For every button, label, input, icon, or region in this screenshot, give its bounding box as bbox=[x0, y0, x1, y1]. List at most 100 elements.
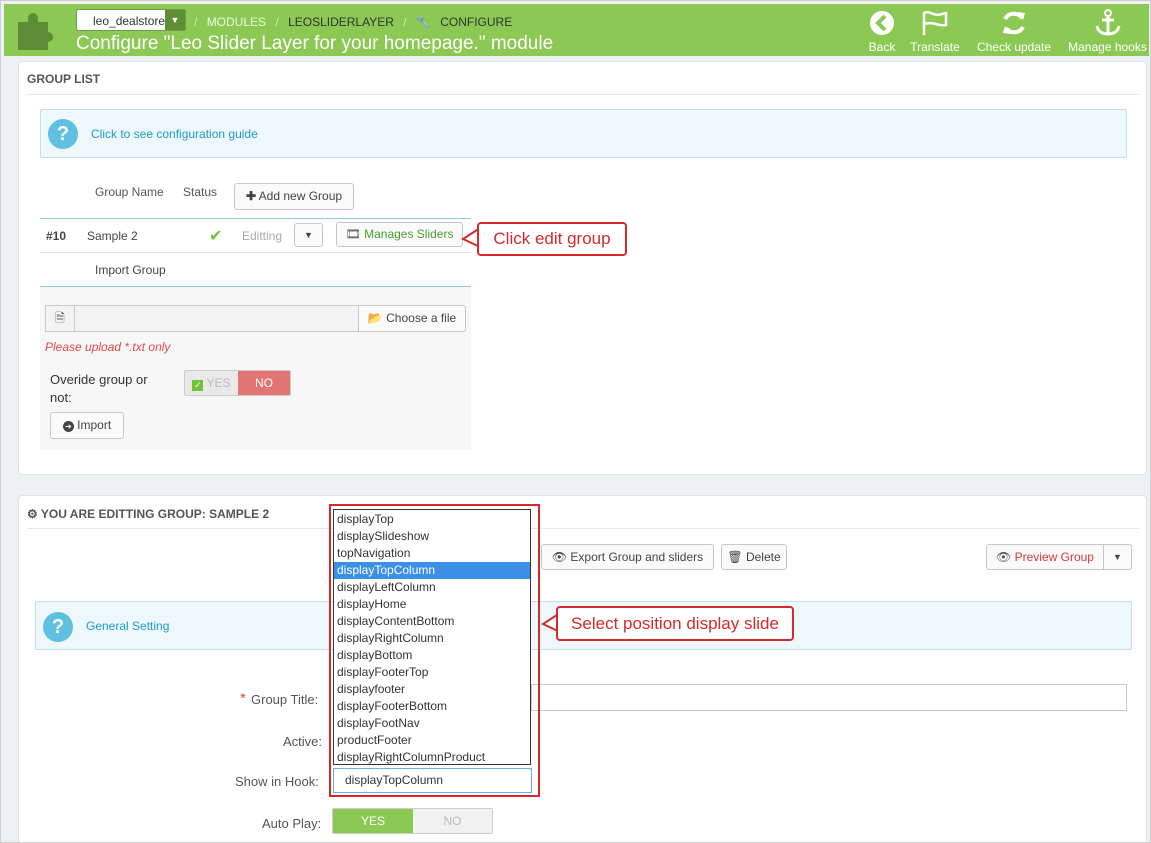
override-yes-label: YES bbox=[206, 376, 231, 390]
manages-sliders-label: Manages Sliders bbox=[364, 227, 454, 241]
wrench-icon: 🔧 bbox=[415, 15, 431, 29]
hook-option[interactable]: displayTop bbox=[334, 511, 530, 528]
export-group-button[interactable]: 👁 Export Group and sliders bbox=[541, 544, 714, 570]
override-yes-option[interactable]: ✓ YES bbox=[185, 371, 238, 395]
manages-sliders-button[interactable]: 🎞 Manages Sliders bbox=[336, 222, 463, 247]
translate-label: Translate bbox=[910, 40, 960, 54]
row-actions-dropdown[interactable]: ▼ bbox=[294, 223, 323, 247]
question-icon: ? bbox=[48, 119, 78, 149]
flag-icon bbox=[922, 11, 948, 35]
folder-open-icon: 📂 bbox=[367, 311, 383, 325]
editting-action[interactable]: Editting bbox=[242, 229, 282, 243]
hook-option[interactable]: displayFooterBottom bbox=[334, 698, 530, 715]
back-button[interactable]: Back bbox=[862, 9, 902, 55]
check-icon: ✔ bbox=[209, 228, 223, 245]
back-label: Back bbox=[868, 40, 896, 54]
file-icon: 🗎 bbox=[45, 305, 75, 332]
row-divider bbox=[40, 252, 471, 253]
browser-frame: leo_dealstore ▼ / MODULES / LEOSLIDERLAY… bbox=[0, 0, 1151, 843]
breadcrumb-configure: CONFIGURE bbox=[440, 15, 513, 29]
arrow-left-circle-icon bbox=[870, 11, 894, 35]
editing-heading-divider bbox=[27, 528, 1139, 529]
export-group-label: Export Group and sliders bbox=[570, 550, 704, 564]
editing-group-panel: ⚙ YOU ARE EDITTING GROUP: SAMPLE 2 👁 Exp… bbox=[18, 495, 1147, 842]
hook-option[interactable]: displayFooterTop bbox=[334, 664, 530, 681]
group-name: Sample 2 bbox=[87, 229, 138, 243]
required-mark: * bbox=[240, 690, 246, 707]
check-update-button[interactable]: Check update bbox=[974, 9, 1054, 55]
anchor-icon bbox=[1095, 9, 1120, 36]
auto-play-no-option[interactable]: NO bbox=[413, 809, 492, 833]
checkbox-icon: ✓ bbox=[192, 380, 204, 391]
guide-alert: ? Click to see configuration guide bbox=[40, 109, 1127, 158]
hook-option[interactable]: displayBottom bbox=[334, 647, 530, 664]
hook-option[interactable]: displayfooter bbox=[334, 681, 530, 698]
eye-icon: 👁 bbox=[996, 550, 1012, 564]
add-new-group-button[interactable]: ✚ Add new Group bbox=[234, 183, 354, 210]
refresh-icon bbox=[1003, 11, 1025, 35]
add-new-group-label: Add new Group bbox=[258, 189, 343, 203]
hook-option[interactable]: topNavigation bbox=[334, 545, 530, 562]
manage-hooks-label: Manage hooks bbox=[1068, 40, 1147, 54]
show-in-hook-label: Show in Hook: bbox=[235, 774, 319, 789]
hook-options-list[interactable]: displayTop displaySlideshow topNavigation d… bbox=[333, 509, 531, 765]
override-no-option[interactable]: NO bbox=[238, 371, 290, 395]
hook-option[interactable]: displayRightColumn bbox=[334, 630, 530, 647]
upload-hint: Please upload *.txt only bbox=[45, 340, 171, 354]
configuration-guide-link[interactable]: Click to see configuration guide bbox=[91, 127, 258, 141]
trash-icon: 🗑 bbox=[727, 550, 743, 564]
eye-icon: 👁 bbox=[551, 550, 568, 564]
cogs-icon: ⚙ bbox=[27, 507, 38, 521]
manage-hooks-button[interactable]: Manage hooks bbox=[1066, 9, 1149, 55]
override-label-line1: Overide group or bbox=[50, 372, 148, 387]
preview-group-button[interactable]: 👁 Preview Group bbox=[986, 544, 1104, 570]
group-list-panel: GROUP LIST ? Click to see configuration … bbox=[18, 61, 1147, 475]
general-setting-link[interactable]: General Setting bbox=[86, 619, 169, 633]
caret-down-icon: ▼ bbox=[165, 10, 185, 30]
page-header: leo_dealstore ▼ / MODULES / LEOSLIDERLAY… bbox=[4, 4, 1149, 56]
group-id: #10 bbox=[46, 229, 67, 243]
delete-group-button[interactable]: 🗑 Delete bbox=[721, 544, 787, 570]
group-title-label: Group Title: bbox=[251, 692, 319, 707]
preview-options-dropdown[interactable]: ▼ bbox=[1103, 544, 1132, 570]
hook-option[interactable]: displayHome bbox=[334, 596, 530, 613]
choose-file-button[interactable]: 📂 Choose a file bbox=[358, 305, 466, 332]
active-label: Active: bbox=[283, 734, 323, 749]
breadcrumb-modules[interactable]: MODULES bbox=[207, 15, 266, 29]
file-path-input[interactable] bbox=[74, 305, 359, 332]
hook-option[interactable]: displayRightColumnProduct bbox=[334, 749, 530, 766]
hook-option[interactable]: displayLeftColumn bbox=[334, 579, 530, 596]
group-list-heading: GROUP LIST bbox=[27, 72, 101, 86]
group-title-input[interactable] bbox=[531, 684, 1127, 711]
check-update-label: Check update bbox=[976, 40, 1052, 54]
callout-edit-group: Click edit group bbox=[477, 222, 627, 256]
import-button[interactable]: ➜ Import bbox=[50, 412, 124, 439]
column-group-name: Group Name bbox=[95, 185, 164, 199]
preview-group-label: Preview Group bbox=[1014, 550, 1094, 564]
auto-play-toggle[interactable]: YES NO bbox=[332, 808, 493, 834]
breadcrumb: / MODULES / LEOSLIDERLAYER / 🔧 CONFIGURE bbox=[194, 15, 513, 29]
import-group-label: Import Group bbox=[95, 263, 166, 277]
row-top-border bbox=[40, 218, 471, 219]
show-in-hook-select[interactable]: displayTopColumn bbox=[333, 768, 532, 793]
auto-play-yes-option[interactable]: YES bbox=[333, 809, 413, 833]
heading-divider bbox=[27, 94, 1139, 95]
question-icon: ? bbox=[43, 612, 73, 642]
puzzle-icon bbox=[18, 13, 53, 50]
breadcrumb-module[interactable]: LEOSLIDERLAYER bbox=[288, 15, 394, 29]
import-label: Import bbox=[77, 418, 112, 432]
arrow-right-circle-icon: ➜ bbox=[62, 421, 74, 432]
delete-label: Delete bbox=[745, 550, 781, 564]
hook-option[interactable]: displaySlideshow bbox=[334, 528, 530, 545]
hook-option[interactable]: displayContentBottom bbox=[334, 613, 530, 630]
store-selector[interactable]: leo_dealstore ▼ bbox=[76, 9, 186, 31]
hook-option[interactable]: productFooter bbox=[334, 732, 530, 749]
auto-play-label: Auto Play: bbox=[262, 816, 322, 831]
film-icon: 🎞 bbox=[345, 227, 361, 241]
override-toggle[interactable]: ✓ YES NO bbox=[184, 370, 291, 396]
hook-option[interactable]: displayFootNav bbox=[334, 715, 530, 732]
hook-option[interactable]: displayTopColumn bbox=[334, 562, 530, 579]
translate-button[interactable]: Translate bbox=[907, 9, 963, 55]
override-label-line2: not: bbox=[50, 390, 72, 405]
editing-heading: ⚙ YOU ARE EDITTING GROUP: SAMPLE 2 bbox=[27, 507, 269, 521]
